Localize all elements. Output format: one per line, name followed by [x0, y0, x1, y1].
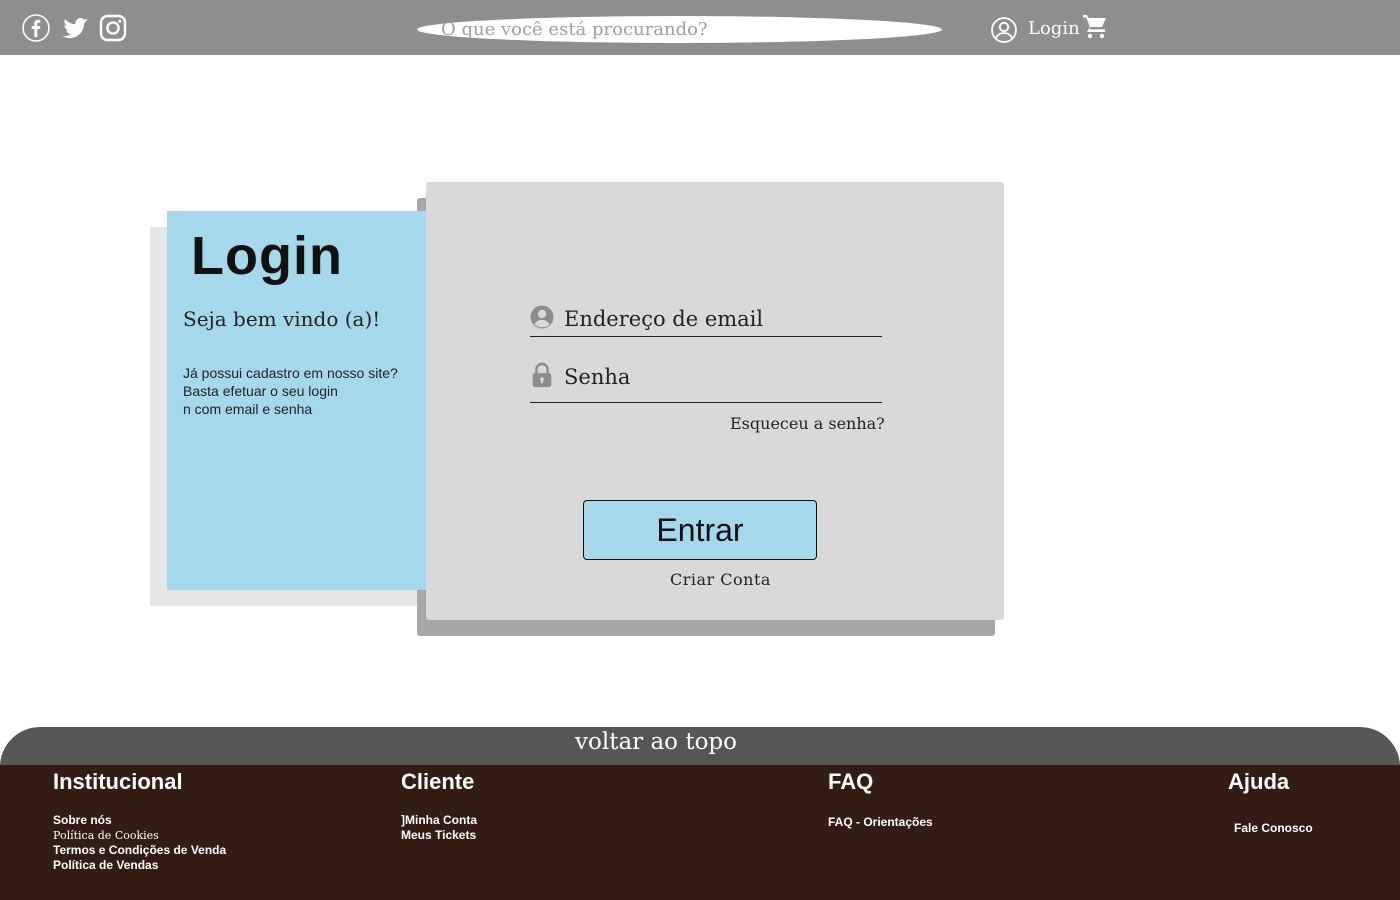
instagram-icon[interactable]	[98, 13, 128, 43]
user-circle-icon[interactable]	[990, 16, 1018, 44]
footer-column-ajuda: Ajuda Fale Conosco	[1228, 769, 1313, 836]
cart-icon[interactable]	[1081, 12, 1109, 40]
twitter-icon[interactable]	[60, 13, 90, 43]
footer-column-title: Cliente	[401, 769, 475, 794]
login-form: Esqueceu a senha? Entrar Criar Conta	[426, 182, 1004, 620]
back-to-top-link[interactable]: voltar ao topo	[575, 729, 737, 755]
login-info-panel: Login Seja bem vindo (a)! Já possui cada…	[167, 211, 427, 590]
top-bar: Login	[0, 0, 1400, 55]
footer-link-termos[interactable]: Termos e Condições de Venda	[53, 843, 226, 858]
footer-column-faq: FAQ FAQ - Orientações	[828, 769, 933, 830]
footer-column-title: Institucional	[53, 769, 183, 794]
create-account-link[interactable]: Criar Conta	[670, 570, 771, 589]
footer-link-politica-cookies[interactable]: Política de Cookies	[53, 828, 226, 843]
search-input[interactable]	[417, 16, 942, 43]
footer-column-title: FAQ	[828, 769, 874, 794]
footer-link-politica-vendas[interactable]: Política de Vendas	[53, 858, 226, 873]
password-input[interactable]	[564, 363, 874, 391]
footer-link-fale-conosco[interactable]: Fale Conosco	[1234, 821, 1313, 836]
info-text: Já possui cadastro em nosso site? Basta …	[183, 365, 398, 417]
footer-column-institucional: Institucional Sobre nós Política de Cook…	[53, 769, 226, 873]
login-link[interactable]: Login	[1028, 18, 1080, 39]
submit-button[interactable]: Entrar	[583, 500, 817, 560]
password-field	[530, 360, 882, 403]
footer-column-title: Ajuda	[1228, 769, 1290, 794]
email-field	[530, 302, 882, 337]
footer-link-minha-conta[interactable]: ]Minha Conta	[401, 813, 477, 828]
page-title: Login	[191, 226, 343, 286]
footer-link-meus-tickets[interactable]: Meus Tickets	[401, 828, 477, 843]
lock-icon	[532, 362, 552, 388]
forgot-password-link[interactable]: Esqueceu a senha?	[730, 414, 885, 433]
footer-column-cliente: Cliente ]Minha Conta Meus Tickets	[401, 769, 477, 843]
footer-link-sobre-nos[interactable]: Sobre nós	[53, 813, 226, 828]
email-input[interactable]	[564, 305, 874, 333]
user-icon	[530, 305, 554, 329]
facebook-icon[interactable]	[21, 13, 51, 43]
footer: Institucional Sobre nós Política de Cook…	[0, 765, 1400, 900]
footer-link-faq-orientacoes[interactable]: FAQ - Orientações	[828, 815, 933, 830]
welcome-text: Seja bem vindo (a)!	[183, 307, 381, 331]
back-to-top-bar[interactable]: voltar ao topo	[0, 727, 1400, 769]
